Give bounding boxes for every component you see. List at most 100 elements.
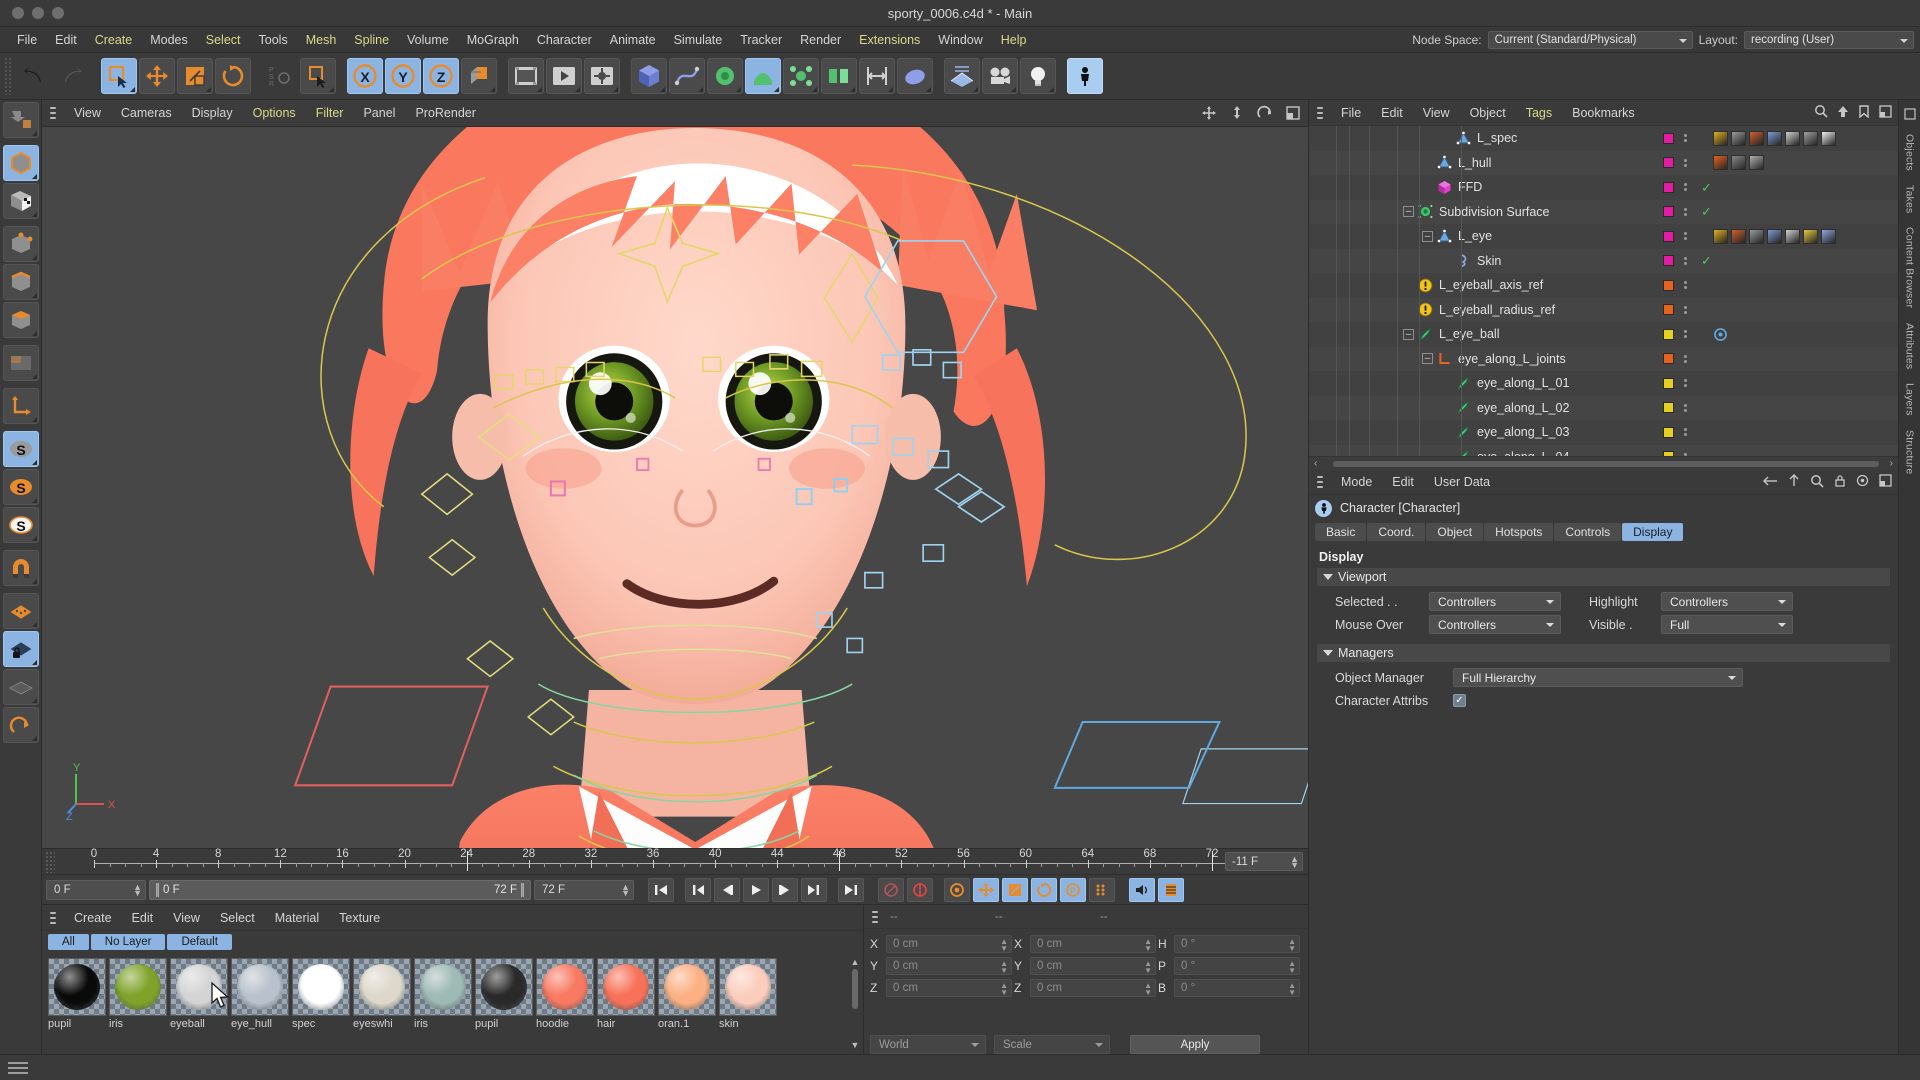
visibility-dots-toggle[interactable]: [1684, 305, 1687, 314]
material-thumbnail[interactable]: [170, 958, 228, 1016]
coordinate-spinner[interactable]: ▲ ▼: [1144, 960, 1152, 975]
visibility-dots-toggle[interactable]: [1684, 256, 1687, 265]
material-thumbnail[interactable]: [475, 958, 533, 1016]
object-manager-tree[interactable]: L_spec L_hull FFD ✓ – Subdivision Surface ✓ – L_…: [1309, 126, 1898, 456]
tab-basic[interactable]: Basic: [1315, 522, 1367, 541]
attr-menu-mode[interactable]: Mode: [1331, 472, 1382, 492]
model-mode-button[interactable]: [2, 145, 39, 181]
om-up-icon[interactable]: [1837, 105, 1849, 121]
object-manager-hamburger-icon[interactable]: [1309, 106, 1331, 119]
viewport-menu-filter[interactable]: Filter: [306, 103, 354, 123]
object-tag-icon[interactable]: [1749, 130, 1764, 146]
point-mode-button[interactable]: [2, 226, 39, 262]
object-layer-color-swatch[interactable]: [1663, 230, 1674, 242]
axis-x-toggle[interactable]: X: [347, 58, 383, 94]
render-view-button[interactable]: [508, 58, 544, 94]
object-tag-icon[interactable]: [1713, 155, 1728, 171]
material-item[interactable]: skin: [719, 958, 777, 1054]
timeline-end-spinner[interactable]: ▲ ▼: [621, 882, 630, 897]
rotate-tool[interactable]: [215, 58, 251, 94]
visibility-dots-toggle[interactable]: [1684, 403, 1687, 412]
object-manager-row[interactable]: L_eyeball_radius_ref: [1309, 297, 1898, 322]
visibility-dots-toggle[interactable]: [1684, 428, 1687, 437]
polygon-mode-button[interactable]: [2, 302, 39, 338]
autokeying-button[interactable]: [907, 877, 933, 902]
material-item[interactable]: spec: [292, 958, 350, 1054]
menu-modes[interactable]: Modes: [141, 30, 197, 50]
keyframe-settings-button[interactable]: [944, 877, 970, 902]
select-visible[interactable]: Full: [1661, 615, 1793, 634]
object-manager-row[interactable]: Skin ✓: [1309, 248, 1898, 273]
object-tag-icon[interactable]: [1767, 130, 1782, 146]
menu-tools[interactable]: Tools: [250, 30, 297, 50]
object-tag-icon[interactable]: [1803, 228, 1818, 244]
viewport-menu-options[interactable]: Options: [243, 103, 306, 123]
layer-tag-default[interactable]: Default: [167, 934, 232, 950]
menu-animate[interactable]: Animate: [601, 30, 665, 50]
visibility-dots-toggle[interactable]: [1684, 207, 1687, 216]
material-thumbnail[interactable]: [414, 958, 472, 1016]
range-left-handle[interactable]: [156, 882, 159, 897]
object-layer-color-swatch[interactable]: [1663, 181, 1674, 193]
material-item[interactable]: oran.1: [658, 958, 716, 1054]
object-tag-strip[interactable]: [1713, 155, 1764, 171]
timeline-playhead[interactable]: [1212, 851, 1213, 871]
managers-group-chevron-icon[interactable]: [1323, 650, 1333, 656]
object-layer-color-swatch[interactable]: [1663, 377, 1674, 389]
object-tag-icon[interactable]: [1785, 228, 1800, 244]
workplane-button[interactable]: [2, 593, 39, 629]
uv-mode-button[interactable]: [2, 345, 39, 381]
lock-workplane-button[interactable]: [2, 631, 39, 667]
coordinate-spinner[interactable]: ▲ ▼: [1144, 982, 1152, 997]
material-item[interactable]: pupil: [48, 958, 106, 1054]
material-item[interactable]: eyeswhi: [353, 958, 411, 1054]
object-tag-icon[interactable]: [1749, 228, 1764, 244]
material-item[interactable]: iris: [109, 958, 167, 1054]
menu-create[interactable]: Create: [86, 30, 142, 50]
object-manager-row[interactable]: eye_along_L_02: [1309, 395, 1898, 420]
object-manager-row[interactable]: – L_eye_ball: [1309, 322, 1898, 347]
make-editable-button[interactable]: [2, 102, 39, 138]
object-tag-icon[interactable]: [1821, 228, 1836, 244]
coordinate-spinner[interactable]: ▲ ▼: [1144, 938, 1152, 953]
menu-render[interactable]: Render: [791, 30, 850, 50]
pan-view-icon[interactable]: [1200, 104, 1218, 122]
menu-spline[interactable]: Spline: [345, 30, 398, 50]
material-grid[interactable]: pupil iris eyeball eye_hull spec eyeswhi iris p…: [42, 953, 863, 1054]
vtab-content-browser[interactable]: Content Browser: [1902, 221, 1918, 314]
om-scroll-right-icon[interactable]: ›: [1885, 458, 1898, 469]
go-to-start-button[interactable]: [648, 877, 674, 902]
layout-select[interactable]: recording (User): [1744, 31, 1914, 49]
timeline-grip[interactable]: [45, 851, 55, 873]
record-active-objects-button[interactable]: [878, 877, 904, 902]
object-layer-color-swatch[interactable]: [1663, 328, 1674, 340]
viewport-hamburger-icon[interactable]: [42, 107, 64, 119]
coordinate-spinner[interactable]: ▲ ▼: [1288, 982, 1296, 997]
timeline-view-button[interactable]: [1158, 877, 1184, 902]
attr-target-icon[interactable]: [1856, 474, 1869, 490]
next-frame-button[interactable]: [772, 877, 798, 902]
object-tag-strip[interactable]: [1713, 228, 1836, 244]
scale-tool[interactable]: [177, 58, 213, 94]
render-settings-button[interactable]: [584, 58, 620, 94]
timeline-range-slider[interactable]: 0 F 72 F: [149, 879, 531, 900]
material-item[interactable]: pupil: [475, 958, 533, 1054]
select-selected[interactable]: Controllers: [1429, 592, 1561, 611]
layer-tag-all[interactable]: All: [48, 934, 89, 950]
material-thumbnail[interactable]: [48, 958, 106, 1016]
timeline-end-field[interactable]: 72 F ▲ ▼: [534, 879, 634, 900]
add-spline-button[interactable]: [669, 58, 705, 94]
attr-panel-icon[interactable]: [1879, 474, 1892, 490]
menu-mesh[interactable]: Mesh: [297, 30, 346, 50]
viewport-menu-display[interactable]: Display: [182, 103, 243, 123]
menu-edit[interactable]: Edit: [46, 30, 86, 50]
character-object-button[interactable]: [1067, 58, 1103, 94]
quantize-button[interactable]: S: [2, 507, 39, 543]
coordinate-size-field[interactable]: 0 cm ▲ ▼: [1030, 935, 1156, 953]
material-thumbnail[interactable]: [231, 958, 289, 1016]
material-thumbnail[interactable]: [353, 958, 411, 1016]
object-layer-color-swatch[interactable]: [1663, 279, 1674, 291]
om-menu-bookmarks[interactable]: Bookmarks: [1562, 103, 1645, 123]
axis-mode-button[interactable]: [2, 388, 39, 424]
object-tag-icon[interactable]: [1821, 130, 1836, 146]
